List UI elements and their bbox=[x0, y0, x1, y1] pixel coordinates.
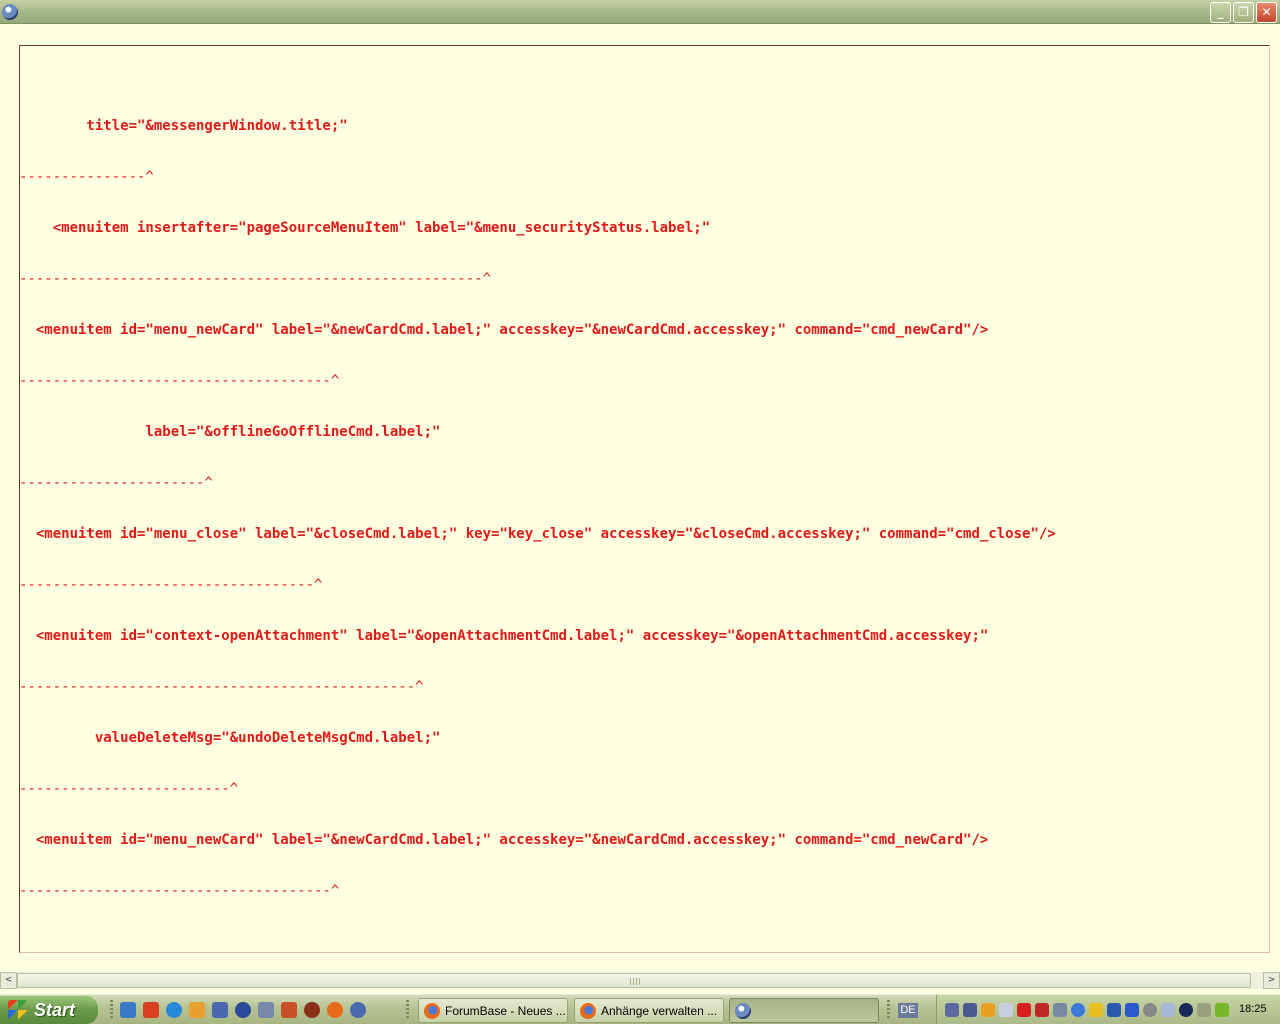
firefox-icon bbox=[580, 1002, 596, 1019]
network-icon[interactable] bbox=[945, 1003, 959, 1017]
error-entry: <menuitem id="context-openAttachment" la… bbox=[19, 594, 1056, 695]
tray-app-icon[interactable] bbox=[1053, 1003, 1067, 1017]
play-icon[interactable] bbox=[1107, 1003, 1121, 1017]
scroll-grip bbox=[630, 978, 640, 985]
error-pointer: -------------------------------------^ bbox=[19, 373, 340, 389]
media-player-icon[interactable] bbox=[235, 1002, 251, 1018]
error-source-line: <menuitem id="menu_newCard" label="&newC… bbox=[19, 832, 989, 848]
help-icon[interactable] bbox=[1071, 1003, 1085, 1017]
error-entry: <menuitem id="menu_newCard" label="&newC… bbox=[19, 798, 1056, 899]
thunderbird-quicklaunch-icon[interactable] bbox=[350, 1002, 366, 1018]
tray-app-icon[interactable] bbox=[1089, 1003, 1103, 1017]
thunderbird-icon[interactable] bbox=[2, 4, 18, 20]
record-icon[interactable] bbox=[304, 1002, 320, 1018]
toolbar-grip[interactable] bbox=[110, 1000, 113, 1020]
maximize-button[interactable]: ❐ bbox=[1233, 2, 1254, 23]
error-source-line: label="&offlineGoOfflineCmd.label;" bbox=[19, 424, 441, 440]
horizontal-scrollbar[interactable]: < > bbox=[0, 972, 1280, 989]
error-pointer: -------------------------^ bbox=[19, 781, 239, 797]
language-indicator[interactable]: DE bbox=[898, 1003, 918, 1018]
task-label: Anhänge verwalten ... bbox=[601, 1003, 718, 1018]
start-button[interactable]: Start bbox=[0, 996, 98, 1024]
desktop-icon[interactable] bbox=[120, 1002, 136, 1018]
network-icon[interactable] bbox=[963, 1003, 977, 1017]
task-button-forumbase[interactable]: ForumBase - Neues ... bbox=[418, 998, 568, 1023]
link-icon[interactable] bbox=[258, 1002, 274, 1018]
error-source-line: <menuitem id="menu_newCard" label="&newC… bbox=[19, 322, 989, 338]
outlook-icon[interactable] bbox=[189, 1002, 205, 1018]
tray-app-icon[interactable] bbox=[981, 1003, 995, 1017]
error-source-line: <menuitem id="menu_close" label="&closeC… bbox=[19, 526, 1056, 542]
tray-app-icon[interactable] bbox=[1125, 1003, 1139, 1017]
toolbar-grip[interactable] bbox=[406, 1000, 409, 1020]
close-button[interactable]: ✕ bbox=[1256, 2, 1277, 23]
firefox-icon bbox=[424, 1002, 440, 1019]
internet-explorer-icon[interactable] bbox=[166, 1002, 182, 1018]
error-entry: <menuitem id="menu_newCard" label="&newC… bbox=[19, 288, 1056, 389]
tray-app-icon[interactable] bbox=[1197, 1003, 1211, 1017]
error-pointer: -------------------------------------^ bbox=[19, 883, 340, 899]
tray-app-icon[interactable] bbox=[1035, 1003, 1049, 1017]
task-button-anhaenge[interactable]: Anhänge verwalten ... bbox=[574, 998, 724, 1023]
error-pointer: ----------------------^ bbox=[19, 475, 213, 491]
app-icon[interactable] bbox=[281, 1002, 297, 1018]
firefox-icon[interactable] bbox=[327, 1002, 343, 1018]
error-entry: label="&offlineGoOfflineCmd.label;" ----… bbox=[19, 390, 1056, 491]
error-pointer: -----------------------------------^ bbox=[19, 577, 323, 593]
tray-app-icon[interactable] bbox=[999, 1003, 1013, 1017]
scroll-left-button[interactable]: < bbox=[0, 972, 17, 989]
tray-app-icon[interactable] bbox=[1215, 1003, 1229, 1017]
error-entry: valueDeleteMsg="&undoDeleteMsgCmd.label;… bbox=[19, 696, 1056, 797]
tray-app-icon[interactable] bbox=[1161, 1003, 1175, 1017]
explorer-icon[interactable] bbox=[212, 1002, 228, 1018]
scroll-thumb[interactable] bbox=[17, 973, 1251, 988]
error-list: title="&messengerWindow.title;" --------… bbox=[19, 50, 1056, 899]
error-source-line: <menuitem insertafter="pageSourceMenuIte… bbox=[19, 220, 711, 236]
system-tray bbox=[936, 995, 1280, 1024]
error-source-line: valueDeleteMsg="&undoDeleteMsgCmd.label;… bbox=[19, 730, 441, 746]
tray-app-icon[interactable] bbox=[1143, 1003, 1157, 1017]
thunderbird-icon bbox=[735, 1002, 751, 1019]
title-bar: _ ❐ ✕ bbox=[0, 0, 1280, 24]
mail-icon[interactable] bbox=[143, 1002, 159, 1018]
toolbar-grip[interactable] bbox=[887, 1000, 890, 1020]
antivirus-icon[interactable] bbox=[1017, 1003, 1031, 1017]
error-pointer: ----------------------------------------… bbox=[19, 679, 424, 695]
start-label: Start bbox=[34, 999, 76, 1020]
error-entry: <menuitem id="menu_close" label="&closeC… bbox=[19, 492, 1056, 593]
error-entry: <menuitem insertafter="pageSourceMenuIte… bbox=[19, 186, 1056, 287]
scroll-right-button[interactable]: > bbox=[1263, 972, 1280, 989]
minimize-button[interactable]: _ bbox=[1210, 2, 1231, 23]
error-entry: title="&messengerWindow.title;" --------… bbox=[19, 84, 1056, 185]
error-pointer: ---------------^ bbox=[19, 169, 154, 185]
error-source-line: <menuitem id="context-openAttachment" la… bbox=[19, 628, 989, 644]
task-label: ForumBase - Neues ... bbox=[445, 1003, 566, 1018]
taskbar: Start ForumBase - Neues ... Anhänge verw… bbox=[0, 994, 1280, 1024]
tray-app-icon[interactable] bbox=[1179, 1003, 1193, 1017]
windows-logo-icon bbox=[8, 1000, 28, 1020]
error-source-line: title="&messengerWindow.title;" bbox=[19, 118, 348, 134]
task-button-thunderbird[interactable] bbox=[729, 998, 879, 1023]
error-pointer: ----------------------------------------… bbox=[19, 271, 492, 287]
clock[interactable]: 18:25 bbox=[1239, 1003, 1267, 1015]
